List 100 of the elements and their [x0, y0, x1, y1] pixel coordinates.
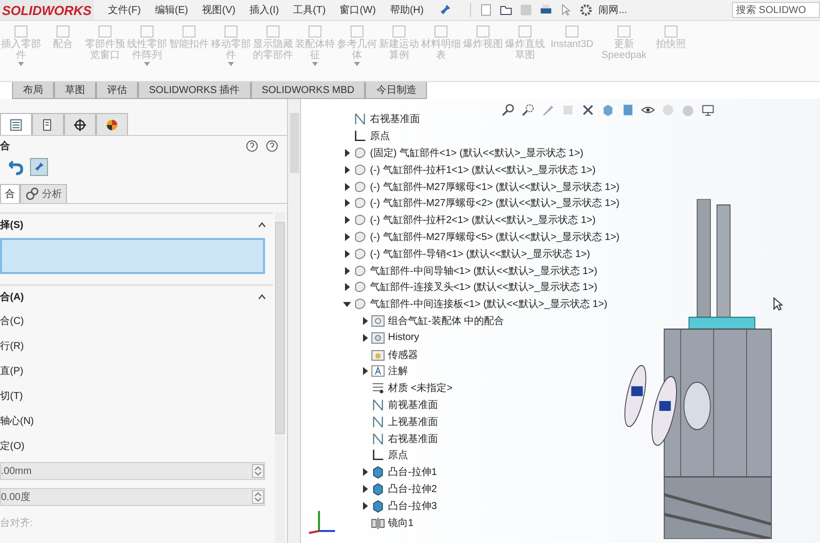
tree-item[interactable]: 原点	[370, 129, 390, 144]
tool-icon	[433, 25, 449, 39]
tool-icon	[265, 25, 281, 39]
component-icon	[353, 213, 367, 228]
collapse-icon[interactable]	[257, 220, 267, 230]
tree-item[interactable]: (-) 气缸部件-拉杆1<1> (默认<<默认>_显示状态 1>)	[370, 162, 596, 177]
ribbon-tab[interactable]: 草图	[54, 82, 96, 99]
component-icon	[353, 230, 367, 244]
panel-subtab[interactable]: 分析	[20, 184, 67, 203]
tool-icon	[616, 25, 632, 39]
component-icon	[353, 246, 367, 261]
zoom-icon[interactable]	[501, 103, 515, 117]
ribbon-tab[interactable]: SOLIDWORKS 插件	[138, 82, 251, 99]
tree-item[interactable]: 右视基准面	[388, 432, 438, 446]
scrollbar[interactable]	[275, 212, 285, 543]
panel-tab[interactable]	[64, 113, 96, 135]
tree-item[interactable]: 镜向1	[388, 516, 414, 530]
extrude-icon	[371, 465, 385, 480]
mate-option[interactable]: 直(P)	[0, 358, 273, 383]
panel-subtab[interactable]: 合	[0, 184, 20, 203]
menu-item[interactable]: 编辑(E)	[154, 3, 188, 17]
material-icon	[371, 381, 385, 396]
menu-item[interactable]: 文件(F)	[108, 3, 141, 17]
menu-item[interactable]: 视图(V)	[202, 3, 236, 17]
folder-icon	[371, 330, 385, 345]
tool-icon	[13, 25, 29, 39]
tree-item[interactable]: 气缸部件-连接叉头<1> (默认<<默认>_显示状态 1>)	[370, 280, 598, 294]
undo-icon[interactable]	[6, 158, 24, 176]
tree-item[interactable]: 注解	[388, 364, 408, 378]
help-icon[interactable]	[265, 139, 279, 153]
extrude-icon	[371, 482, 385, 496]
tool-icon	[663, 25, 679, 39]
tool-icon	[349, 25, 365, 39]
monitor-icon[interactable]	[701, 103, 715, 117]
tree-item[interactable]: (-) 气缸部件-M27厚螺母<5> (默认<<默认>_显示状态 1>)	[370, 230, 620, 244]
tool-icon	[139, 25, 155, 39]
panel-tab[interactable]	[96, 113, 128, 135]
tree-item[interactable]: 原点	[388, 448, 408, 462]
cube-icon[interactable]	[601, 103, 615, 117]
ribbon-tab[interactable]: 今日制造	[365, 82, 428, 99]
menu-item[interactable]: 窗口(W)	[340, 3, 376, 17]
app-logo: SOLIDWORKS	[0, 0, 94, 20]
mate-option[interactable]: 定(O)	[0, 433, 273, 458]
number-field[interactable]: .00mm	[0, 462, 265, 480]
pin-icon[interactable]	[438, 3, 452, 17]
menu-item[interactable]: 插入(I)	[249, 3, 279, 17]
tree-item[interactable]: (-) 气缸部件-M27厚螺母<1> (默认<<默认>_显示状态 1>)	[370, 180, 620, 194]
component-icon	[353, 162, 367, 177]
gear-icon[interactable]	[578, 3, 593, 17]
tree-item[interactable]: 凸台-拉伸3	[388, 498, 437, 513]
user-label[interactable]: 闹网...	[598, 3, 628, 17]
collapse-icon[interactable]	[257, 292, 267, 302]
tree-item[interactable]: (-) 气缸部件-M27厚螺母<2> (默认<<默认>_显示状态 1>)	[370, 196, 620, 210]
component-icon	[353, 146, 367, 160]
menu-item[interactable]: 工具(T)	[292, 3, 326, 17]
origin-icon	[371, 448, 385, 462]
mate-option[interactable]: 切(T)	[0, 383, 273, 408]
pin-button[interactable]	[30, 158, 48, 176]
ribbon-tab[interactable]: SOLIDWORKS MBD	[250, 82, 366, 99]
mate-option[interactable]: 合(C)	[0, 308, 273, 333]
selection-field[interactable]	[0, 238, 265, 274]
open-folder-icon[interactable]	[498, 3, 513, 17]
mate-option[interactable]: 轴心(N)	[0, 408, 273, 433]
new-document-icon[interactable]	[478, 3, 493, 17]
tree-item[interactable]: 传感器	[388, 348, 418, 362]
tool-icon	[55, 25, 71, 39]
panel-tab[interactable]	[32, 113, 64, 135]
tree-item[interactable]: (固定) 气缸部件<1> (默认<<默认>_显示状态 1>)	[370, 146, 584, 160]
number-field[interactable]: 0.00度	[0, 488, 265, 506]
tool-icon	[223, 25, 239, 39]
tree-item[interactable]: 凸台-拉伸2	[388, 482, 437, 496]
search-field[interactable]: 搜索 SOLIDWO	[732, 2, 820, 18]
tree-item[interactable]: (-) 气缸部件-拉杆2<1> (默认<<默认>_显示状态 1>)	[370, 213, 596, 228]
tree-item[interactable]: 前视基准面	[388, 398, 438, 412]
tree-item[interactable]: 上视基准面	[388, 414, 438, 429]
ribbon-tab[interactable]: 布局	[12, 82, 54, 99]
tree-item[interactable]: 组合气缸-装配体 中的配合	[388, 314, 504, 328]
tree-item[interactable]: (-) 气缸部件-导销<1> (默认<<默认>_显示状态 1>)	[370, 246, 590, 261]
cube-icon[interactable]	[621, 103, 635, 117]
tree-item[interactable]: 右视基准面	[370, 112, 420, 126]
menu-item[interactable]: 帮助(H)	[390, 3, 424, 17]
ribbon-tab[interactable]: 评估	[96, 82, 138, 99]
help-icon[interactable]	[245, 139, 259, 153]
color-wheel-icon	[105, 118, 119, 132]
tree-item[interactable]: 凸台-拉伸1	[388, 465, 437, 480]
panel-tab[interactable]	[0, 113, 32, 135]
component-icon	[353, 280, 367, 294]
mate-option[interactable]: 行(R)	[0, 333, 273, 358]
section-title: 择(S)	[0, 218, 24, 232]
pin-icon	[33, 161, 45, 173]
zoom-area-icon[interactable]	[521, 103, 535, 117]
cursor-icon	[773, 297, 783, 311]
tree-item[interactable]: 气缸部件-中间导轴<1> (默认<<默认>_显示状态 1>)	[370, 264, 598, 278]
origin-icon	[353, 129, 367, 144]
spinner-button[interactable]	[252, 490, 264, 504]
spinner-button[interactable]	[252, 464, 264, 478]
tree-item[interactable]: 气缸部件-中间连接板<1> (默认<<默认>_显示状态 1>)	[370, 297, 608, 312]
tree-item[interactable]: History	[388, 332, 420, 344]
tree-item[interactable]: 材质 <未指定>	[388, 381, 452, 396]
scrollbar[interactable]	[288, 99, 301, 543]
